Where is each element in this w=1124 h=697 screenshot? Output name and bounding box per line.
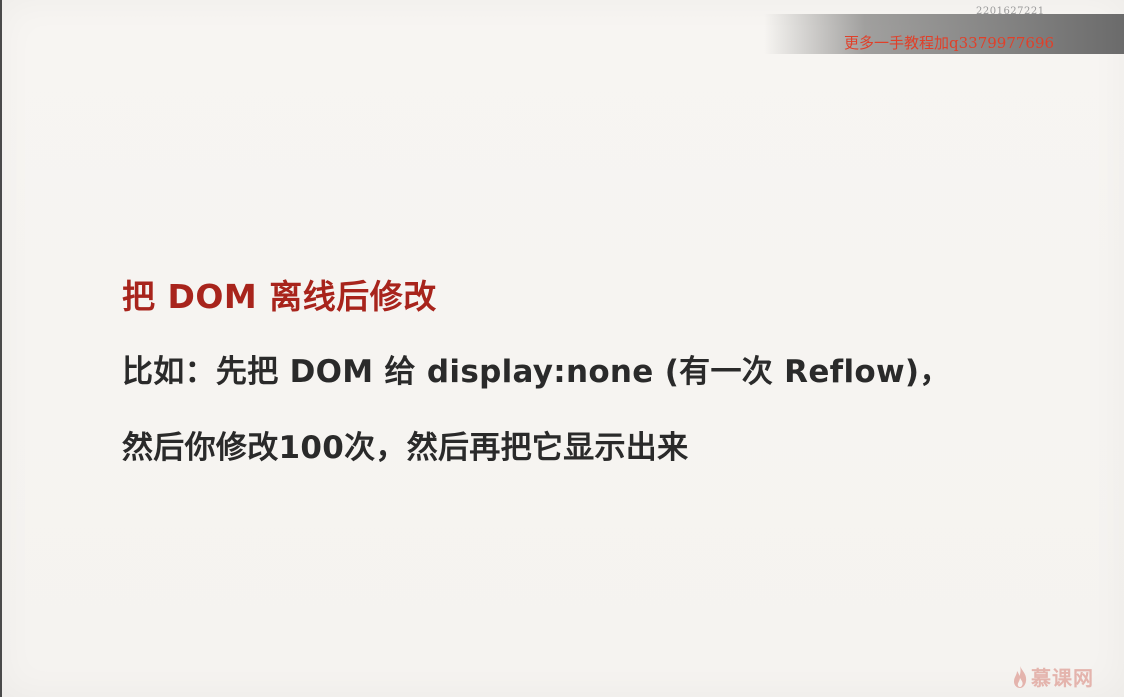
slide: 2201627221 更多一手教程加q3379977696 把 DOM 离线后修… — [0, 0, 1124, 697]
flame-icon — [1012, 665, 1028, 689]
slide-title: 把 DOM 离线后修改 — [122, 277, 437, 316]
window-left-edge — [0, 0, 2, 697]
logo-text: 慕课网 — [1031, 666, 1094, 690]
imooc-logo: 慕课网 — [1012, 662, 1094, 691]
watermark-text: 更多一手教程加q3379977696 — [844, 34, 1055, 52]
watermark-id: 2201627221 — [976, 6, 1045, 17]
slide-body-line-2: 然后你修改100次，然后再把它显示出来 — [122, 430, 689, 466]
slide-body-line-1: 比如：先把 DOM 给 display:none (有一次 Reflow)， — [122, 354, 951, 390]
